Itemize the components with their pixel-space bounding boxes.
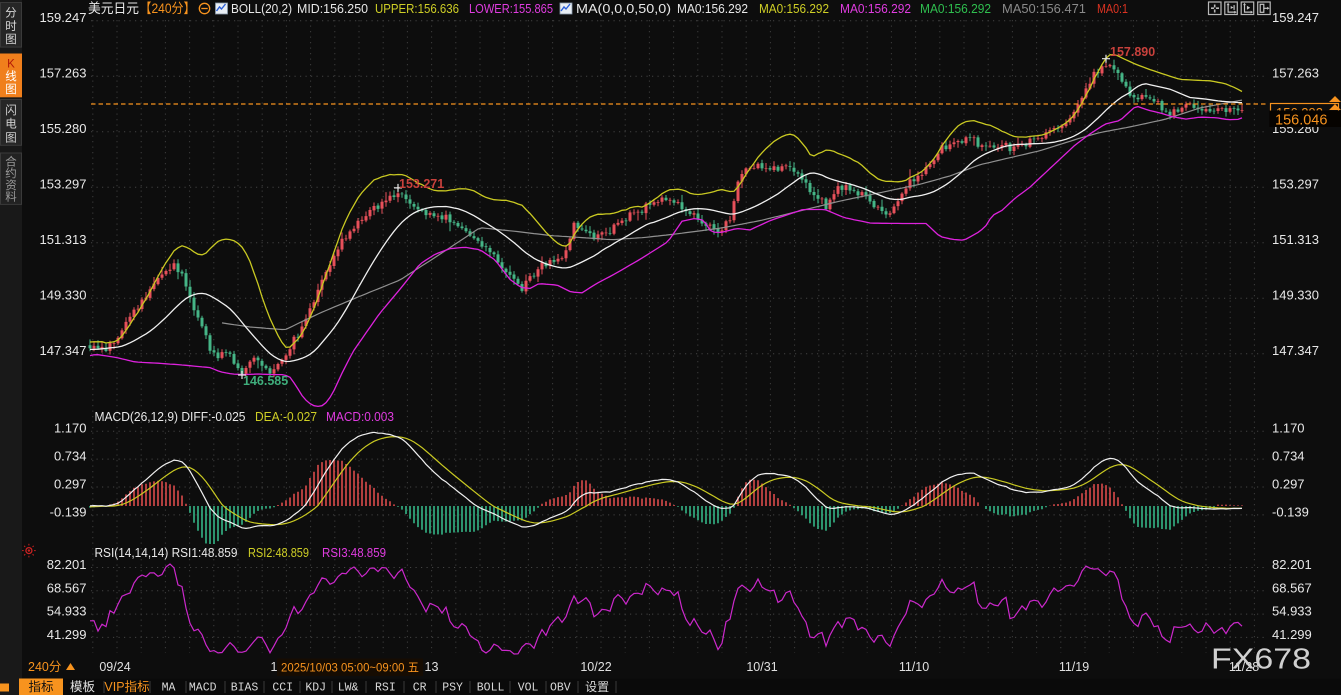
svg-text:82.201: 82.201 bbox=[47, 557, 87, 572]
svg-text:VOL: VOL bbox=[518, 682, 539, 695]
svg-text:149.330: 149.330 bbox=[40, 288, 87, 303]
svg-text:1.170: 1.170 bbox=[54, 421, 87, 436]
svg-text:K: K bbox=[7, 59, 15, 71]
svg-text:MA(0,0,0,50,0): MA(0,0,0,50,0) bbox=[576, 1, 671, 16]
svg-text:153.297: 153.297 bbox=[1272, 177, 1319, 192]
svg-text:料: 料 bbox=[5, 189, 17, 203]
svg-text:157.890: 157.890 bbox=[1110, 45, 1155, 59]
svg-text:CCI: CCI bbox=[272, 682, 293, 695]
svg-text:157.263: 157.263 bbox=[1272, 66, 1319, 81]
svg-text:147.347: 147.347 bbox=[1272, 343, 1319, 358]
svg-text:MA0:156.292: MA0:156.292 bbox=[920, 1, 991, 16]
svg-text:11/19: 11/19 bbox=[1059, 660, 1089, 674]
svg-text:LW&: LW& bbox=[338, 682, 359, 695]
svg-text:10/22: 10/22 bbox=[580, 660, 611, 674]
svg-text:RSI(14,14,14) RSI1:48.859: RSI(14,14,14) RSI1:48.859 bbox=[95, 545, 238, 560]
svg-text:图: 图 bbox=[5, 131, 17, 144]
svg-text:BOLL: BOLL bbox=[477, 682, 505, 695]
svg-text:1: 1 bbox=[271, 660, 278, 674]
svg-text:分: 分 bbox=[5, 7, 17, 20]
svg-text:151.313: 151.313 bbox=[40, 232, 87, 247]
svg-text:149.330: 149.330 bbox=[1272, 288, 1319, 303]
svg-text:155.280: 155.280 bbox=[40, 121, 87, 136]
svg-text:MA0:156.292: MA0:156.292 bbox=[759, 1, 829, 16]
svg-text:MA0:1: MA0:1 bbox=[1097, 1, 1128, 16]
svg-text:41.299: 41.299 bbox=[1272, 627, 1312, 642]
svg-text:-0.139: -0.139 bbox=[50, 504, 87, 519]
svg-text:BOLL(20,2): BOLL(20,2) bbox=[231, 1, 292, 16]
svg-text:约: 约 bbox=[5, 166, 17, 180]
svg-text:设置: 设置 bbox=[585, 680, 609, 694]
svg-text:159.247: 159.247 bbox=[1272, 10, 1319, 25]
svg-text:10/31: 10/31 bbox=[746, 660, 777, 674]
svg-text:DEA:-0.027: DEA:-0.027 bbox=[255, 409, 317, 424]
svg-text:图: 图 bbox=[5, 33, 17, 46]
svg-text:图: 图 bbox=[5, 83, 17, 96]
svg-text:RSI: RSI bbox=[375, 682, 396, 695]
svg-text:156.046: 156.046 bbox=[1275, 113, 1327, 129]
svg-text:【240分】: 【240分】 bbox=[140, 1, 196, 16]
svg-text:FX678: FX678 bbox=[1211, 644, 1311, 676]
svg-text:PSY: PSY bbox=[442, 682, 463, 695]
svg-text:0.734: 0.734 bbox=[1272, 449, 1305, 464]
svg-text:电: 电 bbox=[5, 118, 17, 131]
svg-text:13: 13 bbox=[425, 660, 439, 674]
svg-text:82.201: 82.201 bbox=[1272, 557, 1312, 572]
svg-text:BIAS: BIAS bbox=[231, 682, 259, 695]
svg-text:UPPER:156.636: UPPER:156.636 bbox=[375, 1, 459, 16]
svg-text:157.263: 157.263 bbox=[40, 66, 87, 81]
svg-text:147.347: 147.347 bbox=[40, 343, 87, 358]
svg-text:240分: 240分 bbox=[28, 660, 61, 674]
svg-text:153.297: 153.297 bbox=[40, 177, 87, 192]
svg-text:MID:156.250: MID:156.250 bbox=[297, 1, 368, 16]
svg-text:68.567: 68.567 bbox=[47, 580, 87, 595]
svg-text:OBV: OBV bbox=[550, 682, 571, 695]
svg-text:68.567: 68.567 bbox=[1272, 580, 1312, 595]
svg-text:MACD:0.003: MACD:0.003 bbox=[326, 409, 394, 424]
svg-text:-0.139: -0.139 bbox=[1272, 504, 1309, 519]
svg-text:VIP指标: VIP指标 bbox=[104, 679, 149, 694]
svg-text:MA0:156.292: MA0:156.292 bbox=[840, 1, 911, 16]
svg-text:0.297: 0.297 bbox=[54, 477, 87, 492]
svg-text:指标: 指标 bbox=[28, 679, 53, 694]
svg-text:美元日元: 美元日元 bbox=[88, 1, 139, 16]
svg-text:11/10: 11/10 bbox=[899, 660, 929, 674]
svg-text:54.933: 54.933 bbox=[1272, 604, 1312, 619]
svg-text:RSI2:48.859: RSI2:48.859 bbox=[248, 545, 309, 560]
svg-text:2025/10/03 05:00~09:00 五: 2025/10/03 05:00~09:00 五 bbox=[281, 661, 419, 675]
svg-text:线: 线 bbox=[5, 69, 17, 83]
svg-text:151.313: 151.313 bbox=[1272, 232, 1319, 247]
svg-text:0.734: 0.734 bbox=[54, 449, 87, 464]
svg-text:时: 时 bbox=[5, 20, 17, 33]
svg-text:159.247: 159.247 bbox=[40, 10, 87, 25]
svg-text:MA0:156.292: MA0:156.292 bbox=[677, 1, 748, 16]
svg-text:闪: 闪 bbox=[5, 103, 17, 117]
svg-text:CR: CR bbox=[413, 682, 427, 695]
svg-text:MACD: MACD bbox=[189, 682, 217, 695]
svg-text:41.299: 41.299 bbox=[47, 627, 87, 642]
svg-text:LOWER:155.865: LOWER:155.865 bbox=[469, 1, 553, 16]
svg-text:MA50:156.471: MA50:156.471 bbox=[1002, 1, 1086, 16]
svg-text:0.297: 0.297 bbox=[1272, 477, 1305, 492]
svg-text:KDJ: KDJ bbox=[305, 682, 326, 695]
svg-text:146.585: 146.585 bbox=[243, 374, 288, 388]
svg-text:资: 资 bbox=[5, 179, 17, 192]
svg-text:MACD(26,12,9) DIFF:-0.025: MACD(26,12,9) DIFF:-0.025 bbox=[95, 409, 246, 424]
svg-text:153.271: 153.271 bbox=[399, 177, 444, 191]
svg-text:模板: 模板 bbox=[70, 680, 96, 694]
svg-text:RSI3:48.859: RSI3:48.859 bbox=[322, 545, 386, 560]
svg-text:MA: MA bbox=[162, 682, 176, 695]
svg-text:54.933: 54.933 bbox=[47, 604, 87, 619]
svg-text:1.170: 1.170 bbox=[1272, 421, 1305, 436]
svg-text:合: 合 bbox=[5, 155, 17, 169]
svg-text:09/24: 09/24 bbox=[99, 660, 130, 674]
